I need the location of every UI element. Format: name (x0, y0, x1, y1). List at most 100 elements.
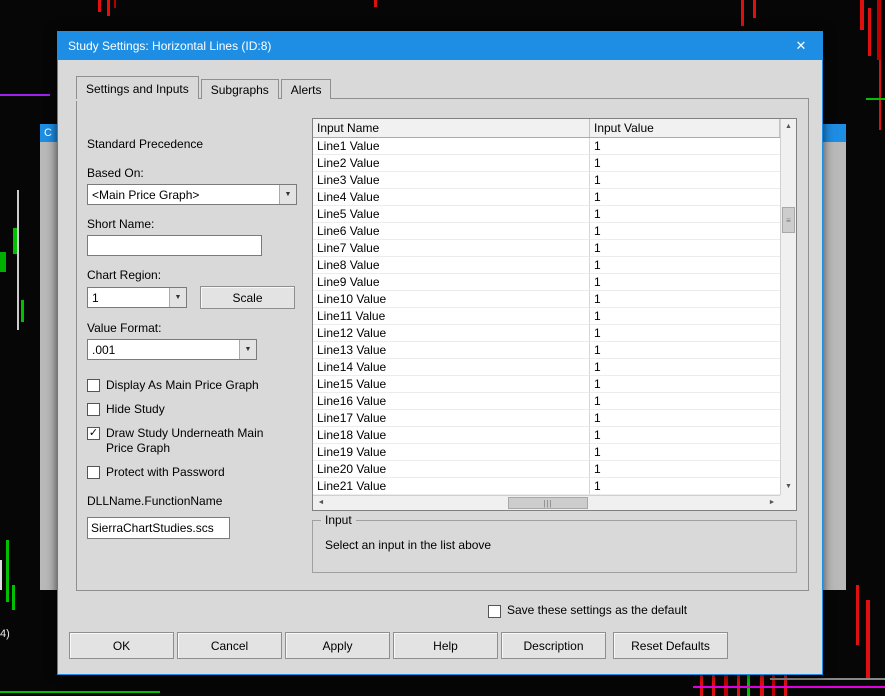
close-icon[interactable]: ✕ (784, 38, 818, 54)
input-value-cell[interactable]: 1 (590, 257, 780, 274)
scroll-up-icon[interactable]: ▲ (781, 119, 796, 135)
input-value-cell[interactable]: 1 (590, 172, 780, 189)
vertical-scrollbar-thumb[interactable]: ≡ (782, 207, 795, 233)
input-value-cell[interactable]: 1 (590, 325, 780, 342)
input-value-cell[interactable]: 1 (590, 240, 780, 257)
save-default-row[interactable]: Save these settings as the default (488, 603, 687, 618)
table-row[interactable]: Line10 Value 1 (313, 291, 780, 308)
table-row[interactable]: Line6 Value 1 (313, 223, 780, 240)
input-name-cell[interactable]: Line12 Value (313, 325, 590, 342)
checkbox-hide-study[interactable]: Hide Study (87, 402, 312, 417)
table-row[interactable]: Line9 Value 1 (313, 274, 780, 291)
input-value-cell[interactable]: 1 (590, 376, 780, 393)
table-row[interactable]: Line11 Value 1 (313, 308, 780, 325)
input-name-cell[interactable]: Line15 Value (313, 376, 590, 393)
input-name-cell[interactable]: Line10 Value (313, 291, 590, 308)
table-row[interactable]: Line14 Value 1 (313, 359, 780, 376)
input-value-cell[interactable]: 1 (590, 189, 780, 206)
input-value-cell[interactable]: 1 (590, 308, 780, 325)
input-name-cell[interactable]: Line6 Value (313, 223, 590, 240)
input-name-cell[interactable]: Line11 Value (313, 308, 590, 325)
input-name-cell[interactable]: Line18 Value (313, 427, 590, 444)
tab-alerts[interactable]: Alerts (280, 79, 332, 99)
column-header-input-name[interactable]: Input Name (313, 119, 590, 137)
table-row[interactable]: Line12 Value 1 (313, 325, 780, 342)
input-name-cell[interactable]: Line8 Value (313, 257, 590, 274)
table-row[interactable]: Line1 Value 1 (313, 138, 780, 155)
input-name-cell[interactable]: Line4 Value (313, 189, 590, 206)
scroll-right-icon[interactable]: ► (764, 496, 780, 510)
table-row[interactable]: Line5 Value 1 (313, 206, 780, 223)
input-name-cell[interactable]: Line3 Value (313, 172, 590, 189)
cancel-button[interactable]: Cancel (177, 632, 282, 659)
checkbox-protect-with-password[interactable]: Protect with Password (87, 465, 312, 480)
scale-button[interactable]: Scale (200, 286, 295, 309)
input-name-cell[interactable]: Line13 Value (313, 342, 590, 359)
value-format-select[interactable]: .001 ▼ (87, 339, 257, 360)
ok-button[interactable]: OK (69, 632, 174, 659)
chevron-down-icon[interactable]: ▼ (169, 288, 186, 307)
input-name-cell[interactable]: Line1 Value (313, 138, 590, 155)
based-on-select[interactable]: <Main Price Graph> ▼ (87, 184, 297, 205)
input-value-cell[interactable]: 1 (590, 359, 780, 376)
input-name-cell[interactable]: Line16 Value (313, 393, 590, 410)
checkbox-checked-icon[interactable]: ✓ (87, 427, 100, 440)
table-row[interactable]: Line3 Value 1 (313, 172, 780, 189)
input-name-cell[interactable]: Line21 Value (313, 478, 590, 495)
input-value-cell[interactable]: 1 (590, 138, 780, 155)
chevron-down-icon[interactable]: ▼ (239, 340, 256, 359)
input-value-cell[interactable]: 1 (590, 274, 780, 291)
chevron-down-icon[interactable]: ▼ (279, 185, 296, 204)
table-row[interactable]: Line21 Value 1 (313, 478, 780, 495)
dialog-titlebar[interactable]: Study Settings: Horizontal Lines (ID:8) … (58, 32, 822, 60)
scroll-down-icon[interactable]: ▼ (781, 479, 796, 495)
input-value-cell[interactable]: 1 (590, 478, 780, 495)
chart-region-select[interactable]: 1 ▼ (87, 287, 187, 308)
input-value-cell[interactable]: 1 (590, 461, 780, 478)
scroll-left-icon[interactable]: ◄ (313, 496, 329, 510)
input-value-cell[interactable]: 1 (590, 206, 780, 223)
checkbox-display-as-main-price-graph[interactable]: Display As Main Price Graph (87, 378, 312, 393)
input-name-cell[interactable]: Line5 Value (313, 206, 590, 223)
input-value-cell[interactable]: 1 (590, 410, 780, 427)
apply-button[interactable]: Apply (285, 632, 390, 659)
checkbox-unchecked-icon[interactable] (87, 466, 100, 479)
input-name-cell[interactable]: Line17 Value (313, 410, 590, 427)
input-value-cell[interactable]: 1 (590, 155, 780, 172)
table-row[interactable]: Line8 Value 1 (313, 257, 780, 274)
table-row[interactable]: Line16 Value 1 (313, 393, 780, 410)
input-value-cell[interactable]: 1 (590, 427, 780, 444)
input-name-cell[interactable]: Line2 Value (313, 155, 590, 172)
tab-settings-and-inputs[interactable]: Settings and Inputs (76, 76, 199, 99)
table-row[interactable]: Line19 Value 1 (313, 444, 780, 461)
table-row[interactable]: Line15 Value 1 (313, 376, 780, 393)
checkbox-unchecked-icon[interactable] (87, 379, 100, 392)
short-name-input[interactable] (87, 235, 262, 256)
table-row[interactable]: Line4 Value 1 (313, 189, 780, 206)
description-button[interactable]: Description (501, 632, 606, 659)
save-default-checkbox[interactable] (488, 604, 501, 618)
checkbox-draw-study-underneath-main-price-graph[interactable]: ✓ Draw Study Underneath Main Price Graph (87, 426, 312, 456)
input-name-cell[interactable]: Line19 Value (313, 444, 590, 461)
reset-defaults-button[interactable]: Reset Defaults (613, 632, 728, 659)
dll-function-input[interactable] (87, 517, 230, 539)
input-name-cell[interactable]: Line9 Value (313, 274, 590, 291)
horizontal-scrollbar-thumb[interactable]: ||| (508, 497, 588, 509)
table-row[interactable]: Line2 Value 1 (313, 155, 780, 172)
input-value-cell[interactable]: 1 (590, 393, 780, 410)
input-value-cell[interactable]: 1 (590, 342, 780, 359)
table-row[interactable]: Line7 Value 1 (313, 240, 780, 257)
input-name-cell[interactable]: Line14 Value (313, 359, 590, 376)
column-header-input-value[interactable]: Input Value (590, 119, 780, 137)
input-value-cell[interactable]: 1 (590, 444, 780, 461)
table-row[interactable]: Line20 Value 1 (313, 461, 780, 478)
checkbox-unchecked-icon[interactable] (87, 403, 100, 416)
vertical-scrollbar[interactable]: ▲ ≡ ▼ (780, 119, 796, 495)
table-row[interactable]: Line13 Value 1 (313, 342, 780, 359)
tab-subgraphs[interactable]: Subgraphs (200, 79, 279, 99)
input-value-cell[interactable]: 1 (590, 223, 780, 240)
input-value-cell[interactable]: 1 (590, 291, 780, 308)
input-name-cell[interactable]: Line7 Value (313, 240, 590, 257)
input-name-cell[interactable]: Line20 Value (313, 461, 590, 478)
horizontal-scrollbar[interactable]: ◄ ||| ► (313, 495, 780, 510)
